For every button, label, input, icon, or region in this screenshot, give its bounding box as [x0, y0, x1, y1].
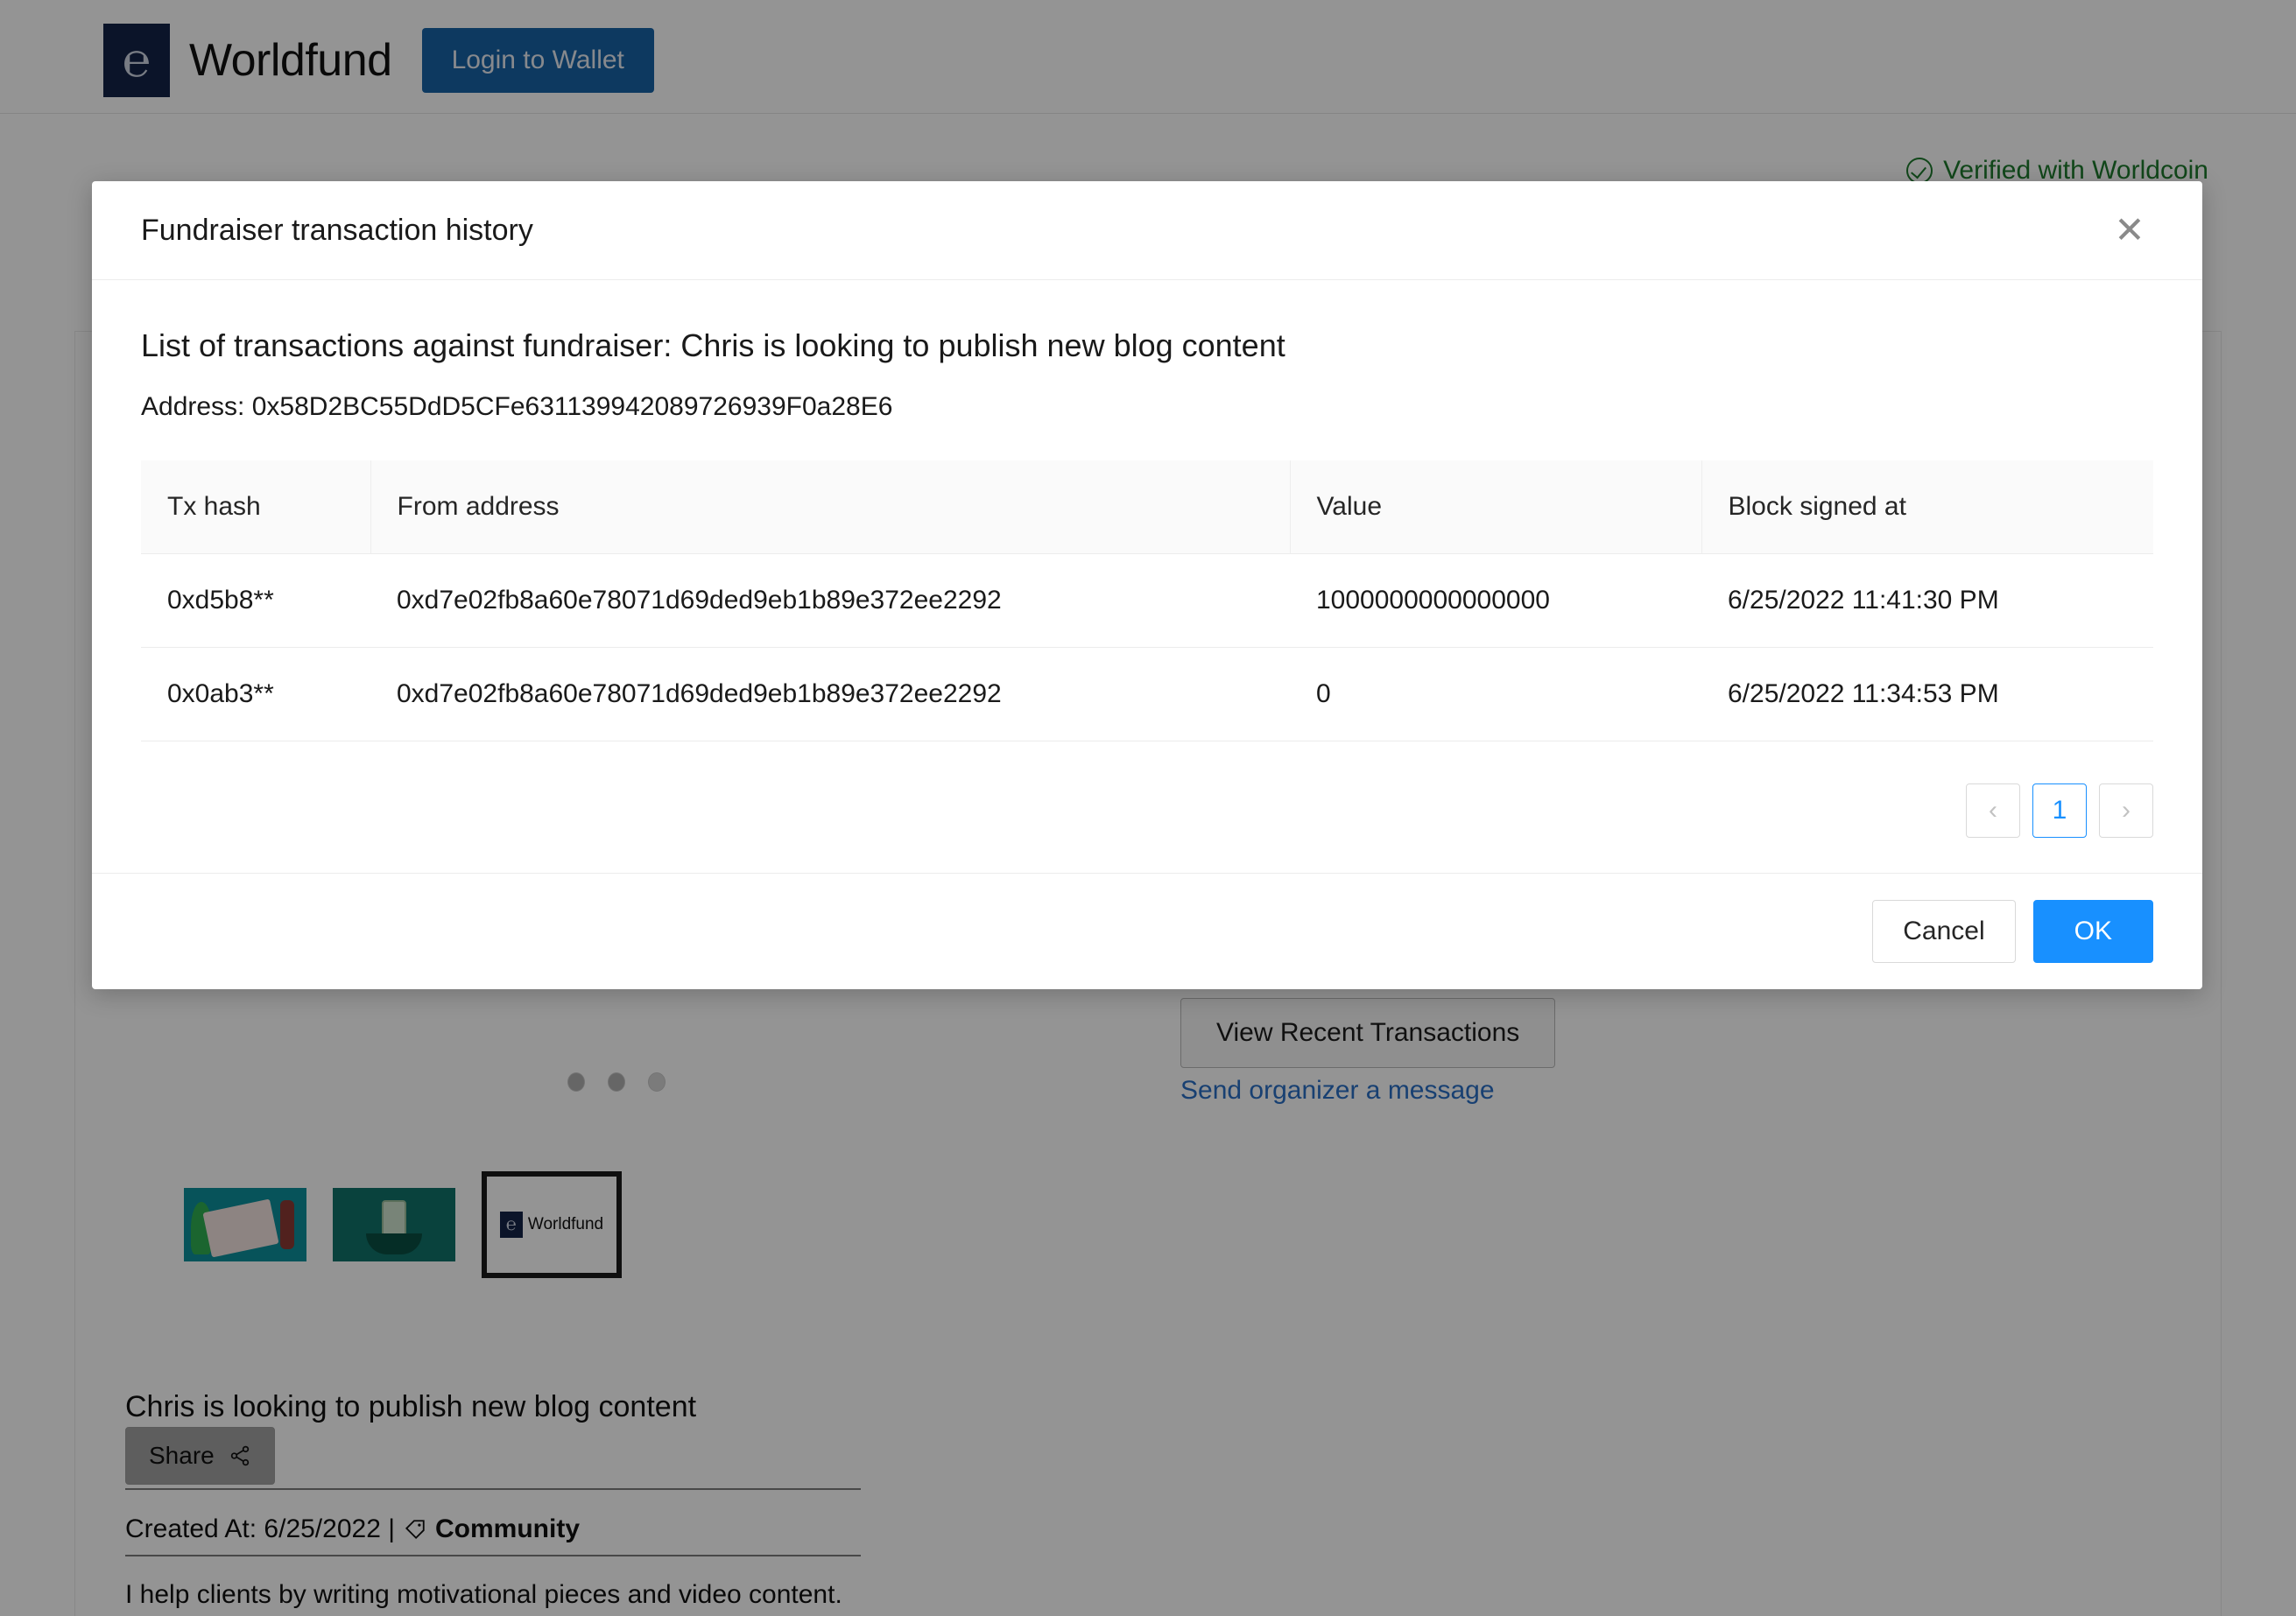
- close-icon[interactable]: ✕: [2106, 207, 2153, 254]
- cell-from-address: 0xd7e02fb8a60e78071d69ded9eb1b89e372ee22…: [370, 553, 1290, 648]
- transaction-history-modal: Fundraiser transaction history ✕ List of…: [92, 181, 2202, 989]
- transactions-table: Tx hash From address Value Block signed …: [141, 460, 2153, 741]
- ok-button[interactable]: OK: [2032, 900, 2153, 963]
- pagination[interactable]: ‹ 1 ›: [141, 783, 2153, 838]
- column-header-from-address: From address: [370, 460, 1290, 554]
- column-header-value: Value: [1289, 460, 1701, 554]
- modal-body: List of transactions against fundraiser:…: [92, 280, 2202, 873]
- cell-from-address: 0xd7e02fb8a60e78071d69ded9eb1b89e372ee22…: [370, 647, 1290, 741]
- column-header-block-signed-at: Block signed at: [1701, 460, 2153, 554]
- pagination-page-1[interactable]: 1: [2032, 783, 2087, 838]
- modal-title: Fundraiser transaction history: [141, 213, 533, 247]
- cell-tx-hash: 0x0ab3**: [141, 647, 370, 741]
- cell-block-signed-at: 6/25/2022 11:41:30 PM: [1701, 553, 2153, 648]
- modal-header: Fundraiser transaction history ✕: [92, 181, 2202, 280]
- table-header-row: Tx hash From address Value Block signed …: [141, 460, 2153, 554]
- table-row[interactable]: 0xd5b8** 0xd7e02fb8a60e78071d69ded9eb1b8…: [141, 553, 2153, 648]
- pagination-next-icon[interactable]: ›: [2099, 783, 2153, 838]
- page-root: ℮ Worldfund Login to Wallet Verified wit…: [0, 0, 2296, 1616]
- cell-value: 0: [1290, 647, 1701, 741]
- cancel-button[interactable]: Cancel: [1872, 900, 2016, 963]
- modal-footer: Cancel OK: [92, 873, 2202, 989]
- pagination-prev-icon[interactable]: ‹: [1966, 783, 2020, 838]
- cell-tx-hash: 0xd5b8**: [141, 553, 370, 648]
- column-header-tx-hash: Tx hash: [141, 460, 370, 554]
- fundraiser-address: Address: 0x58D2BC55DdD5CFe63113994208972…: [141, 392, 893, 421]
- cell-block-signed-at: 6/25/2022 11:34:53 PM: [1701, 647, 2153, 741]
- table-row[interactable]: 0x0ab3** 0xd7e02fb8a60e78071d69ded9eb1b8…: [141, 647, 2153, 741]
- transactions-list-heading: List of transactions against fundraiser:…: [141, 327, 1285, 363]
- cell-value: 1000000000000000: [1290, 553, 1701, 648]
